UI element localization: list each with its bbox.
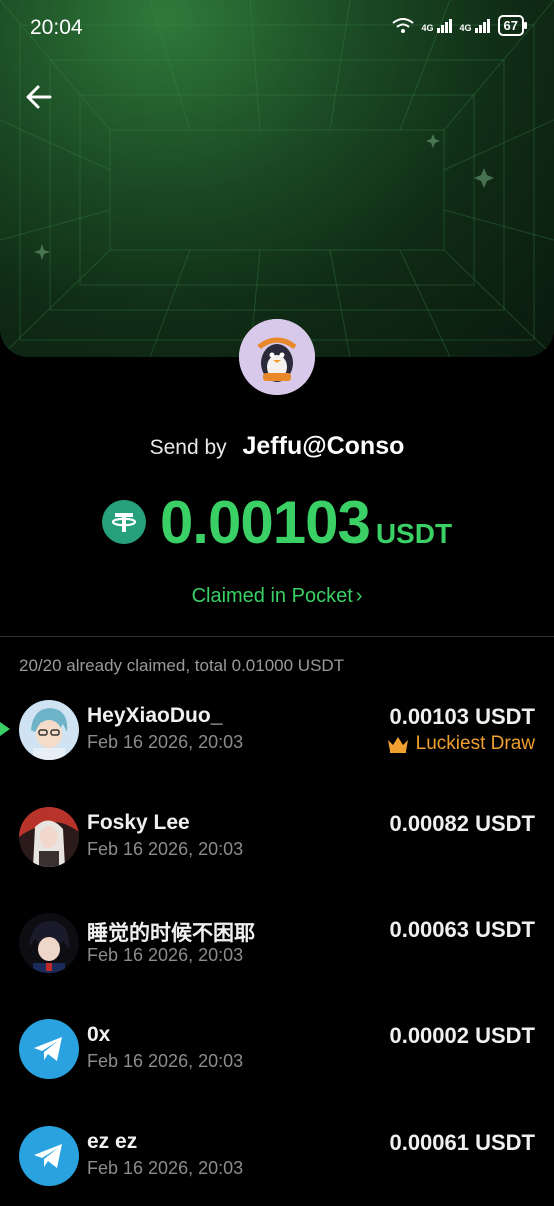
claim-row[interactable]: ez ez Feb 16 2026, 20:03 0.00061 USDT <box>0 1126 554 1206</box>
claim-date: Feb 16 2026, 20:03 <box>87 945 244 965</box>
status-icons: 4G 4G 67 <box>391 15 528 36</box>
dark-anime-avatar-image <box>19 913 79 973</box>
telegram-icon <box>34 1144 62 1168</box>
claimer-name: ez ez <box>87 1130 138 1153</box>
claim-row[interactable]: 0x Feb 16 2026, 20:03 0.00002 USDT <box>0 1019 554 1099</box>
claim-amount: 0.00061 USDT <box>389 1130 535 1155</box>
anime-boy-avatar-image <box>19 700 79 760</box>
claim-amount: 0.00002 USDT <box>389 1023 535 1048</box>
tether-icon <box>101 500 146 544</box>
current-user-marker <box>0 722 10 736</box>
claim-row[interactable]: 睡觉的时候不困耶 Feb 16 2026, 20:03 0.00063 USDT <box>0 913 554 993</box>
claim-date: Feb 16 2026, 20:03 <box>87 732 244 752</box>
status-bar: 20:04 4G 4G 67 <box>0 0 554 56</box>
claimed-in-pocket-link[interactable]: Claimed in Pocket › <box>0 585 554 608</box>
arrow-left-icon <box>26 85 52 109</box>
luckiest-draw-label: Luckiest Draw <box>415 733 535 754</box>
portrait-avatar-image <box>19 807 79 867</box>
claimer-name: 睡觉的时候不困耶 <box>87 922 255 945</box>
claimed-link-label: Claimed in Pocket <box>191 585 353 607</box>
avatar <box>19 700 79 760</box>
network-label: 4G <box>421 22 434 33</box>
avatar <box>19 913 79 973</box>
received-amount: 0.00103 <box>159 489 371 556</box>
amount-unit: USDT <box>375 518 453 549</box>
claim-amount: 0.00103 USDT <box>389 704 535 729</box>
claim-row[interactable]: HeyXiaoDuo_ Feb 16 2026, 20:03 0.00103 U… <box>0 700 554 780</box>
penguin-avatar-image <box>239 319 315 395</box>
sender-line: Send by Jeffu@Conso <box>0 432 554 461</box>
claim-amount: 0.00063 USDT <box>389 917 535 942</box>
status-time: 20:04 <box>30 16 83 39</box>
claim-row[interactable]: Fosky Lee Feb 16 2026, 20:03 0.00082 USD… <box>0 807 554 887</box>
crown-icon <box>387 737 408 753</box>
sender-name: Jeffu@Conso <box>242 432 405 460</box>
claimer-name: 0x <box>87 1023 111 1046</box>
claimer-name: Fosky Lee <box>87 811 190 834</box>
send-by-label: Send by <box>149 436 227 459</box>
claim-amount: 0.00082 USDT <box>389 811 535 836</box>
claim-summary: 20/20 already claimed, total 0.01000 USD… <box>19 656 345 675</box>
wifi-icon <box>391 17 414 33</box>
luckiest-draw-badge: Luckiest Draw <box>386 733 535 755</box>
claim-date: Feb 16 2026, 20:03 <box>87 839 244 859</box>
avatar <box>19 1019 79 1079</box>
back-button[interactable] <box>22 80 56 114</box>
claim-date: Feb 16 2026, 20:03 <box>87 1051 244 1071</box>
signal-icon-2: 4G <box>459 18 490 33</box>
sender-avatar[interactable] <box>239 319 315 395</box>
divider <box>0 636 554 637</box>
claimer-name: HeyXiaoDuo_ <box>87 704 223 727</box>
avatar <box>19 1126 79 1186</box>
network-label-2: 4G <box>459 22 472 33</box>
avatar <box>19 807 79 867</box>
signal-icon: 4G <box>421 18 452 33</box>
chevron-right-icon: › <box>355 585 363 607</box>
battery-indicator: 67 <box>497 15 528 36</box>
claim-date: Feb 16 2026, 20:03 <box>87 1158 244 1178</box>
telegram-icon <box>34 1037 62 1061</box>
amount-row: 0.00103 USDT <box>0 490 554 556</box>
